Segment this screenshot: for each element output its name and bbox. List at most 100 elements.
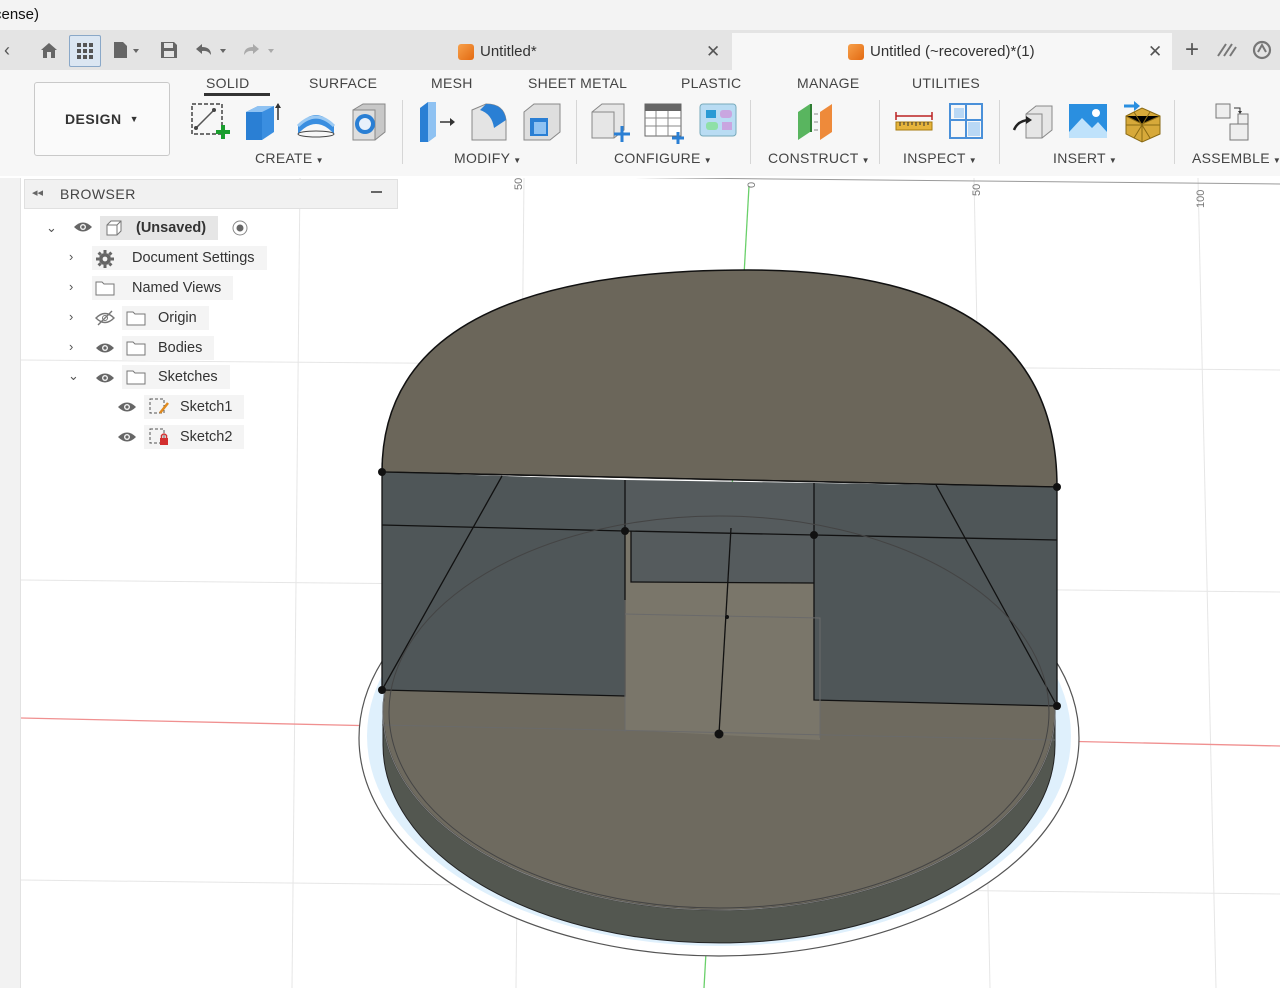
ruler-label: 0	[746, 182, 758, 188]
inspect-label: INSPECT	[903, 150, 966, 166]
folder-icon	[126, 341, 146, 356]
create-sketch-icon[interactable]	[188, 100, 230, 144]
activate-radio-icon[interactable]	[232, 220, 248, 236]
offset-plane-icon[interactable]	[794, 100, 836, 144]
tab-label: Untitled (~recovered)*(1)	[870, 43, 1035, 60]
caret-down-icon: ▼	[129, 114, 140, 124]
configure-menu[interactable]: CONFIGURE ▼	[614, 150, 712, 166]
insert-label: INSERT	[1053, 150, 1106, 166]
folder-icon	[126, 370, 146, 385]
folder-icon	[126, 311, 146, 326]
visibility-eye-icon[interactable]	[117, 400, 137, 414]
sketch-icon	[149, 398, 169, 414]
configure-model-icon[interactable]	[588, 100, 630, 144]
insert-menu[interactable]: INSERT ▼	[1053, 150, 1117, 166]
design-label: DESIGN	[64, 111, 122, 127]
modify-label: MODIFY	[454, 150, 511, 166]
left-wall[interactable]	[382, 472, 625, 696]
visibility-eye-icon[interactable]	[95, 371, 115, 385]
collapse-panel-icon[interactable]: ◂◂	[32, 186, 43, 199]
modify-menu[interactable]: MODIFY ▼	[454, 150, 521, 166]
file-menu-icon[interactable]	[108, 38, 144, 62]
chevron-right-icon[interactable]: ›	[69, 249, 73, 264]
press-pull-icon[interactable]	[414, 100, 456, 144]
item-label: Sketch1	[180, 399, 233, 415]
tab-untitled-recovered[interactable]: Untitled (~recovered)*(1) ✕	[732, 33, 1172, 70]
assemble-menu[interactable]: ASSEMBLE ▼	[1192, 150, 1280, 166]
design-file-icon	[458, 43, 474, 60]
construct-menu[interactable]: CONSTRUCT ▼	[768, 150, 870, 166]
close-icon[interactable]: ✕	[1148, 42, 1162, 62]
close-icon[interactable]: ✕	[706, 42, 720, 62]
item-label: Sketch2	[180, 429, 233, 445]
workspace-design-dropdown[interactable]: DESIGN ▼	[34, 82, 170, 156]
tab-surface[interactable]: SURFACE	[309, 75, 377, 91]
gear-icon	[96, 250, 114, 268]
tab-manage[interactable]: MANAGE	[797, 75, 859, 91]
revolve-icon[interactable]	[294, 100, 336, 144]
browser-title: BROWSER	[60, 186, 136, 202]
group-separator	[1174, 100, 1175, 164]
design-file-icon	[848, 43, 864, 60]
tab-sheet-metal[interactable]: SHEET METAL	[528, 75, 627, 91]
shell-icon[interactable]	[520, 100, 562, 144]
caret-down-icon: ▼	[861, 156, 870, 165]
visibility-eye-icon[interactable]	[73, 220, 93, 234]
caret-down-icon: ▼	[513, 156, 522, 165]
configuration-rule-icon[interactable]	[696, 100, 738, 144]
home-icon[interactable]	[36, 38, 62, 62]
item-label: Bodies	[158, 340, 203, 356]
item-label: Origin	[158, 310, 197, 326]
body-top-face[interactable]	[381, 269, 1058, 488]
configuration-table-icon[interactable]	[642, 100, 684, 144]
chevron-right-icon[interactable]: ›	[69, 279, 73, 294]
job-status-icon[interactable]	[1250, 38, 1274, 62]
group-separator	[576, 100, 577, 164]
extensions-icon[interactable]	[1214, 38, 1240, 62]
section-analysis-icon[interactable]	[944, 100, 986, 144]
ruler-label: 100	[1195, 190, 1207, 208]
right-wall[interactable]	[814, 483, 1057, 706]
chevron-right-icon[interactable]: ›	[69, 339, 73, 354]
browser-item-document-settings[interactable]: Document Settings	[92, 246, 267, 270]
group-separator	[999, 100, 1000, 164]
configure-label: CONFIGURE	[614, 150, 701, 166]
chevron-down-icon[interactable]: ⌄	[46, 220, 57, 236]
insert-derive-icon[interactable]	[1012, 100, 1054, 144]
hidden-eye-icon[interactable]	[95, 310, 115, 326]
extrude-icon[interactable]	[240, 100, 282, 144]
chevron-right-icon[interactable]: ›	[69, 309, 73, 324]
visibility-eye-icon[interactable]	[95, 341, 115, 355]
group-separator	[750, 100, 751, 164]
undo-icon[interactable]	[192, 38, 232, 62]
tab-untitled[interactable]: Untitled* ✕	[440, 33, 730, 70]
tab-label: Untitled*	[480, 43, 537, 60]
ruler-label: 50	[513, 178, 525, 190]
data-panel-icon[interactable]	[69, 35, 101, 67]
back-icon[interactable]: ‹	[0, 38, 14, 62]
title-bar	[0, 0, 1280, 30]
assemble-label: ASSEMBLE	[1192, 150, 1270, 166]
caret-down-icon: ▼	[968, 156, 977, 165]
tab-solid[interactable]: SOLID	[206, 75, 250, 91]
caret-down-icon: ▼	[1108, 156, 1118, 165]
hole-icon[interactable]	[347, 100, 389, 144]
visibility-eye-icon[interactable]	[117, 430, 137, 444]
create-menu[interactable]: CREATE ▼	[255, 150, 324, 166]
save-icon[interactable]	[158, 38, 180, 62]
chevron-down-icon[interactable]: ⌄	[68, 368, 79, 384]
caret-down-icon: ▼	[315, 156, 324, 165]
insert-mesh-icon[interactable]	[1120, 100, 1162, 144]
tab-mesh[interactable]: MESH	[431, 75, 473, 91]
caret-down-icon: ▼	[1272, 156, 1280, 165]
tab-utilities[interactable]: UTILITIES	[912, 75, 980, 91]
tab-plastic[interactable]: PLASTIC	[681, 75, 741, 91]
new-component-icon[interactable]	[1212, 100, 1254, 144]
new-tab-icon[interactable]: +	[1180, 36, 1204, 63]
minimize-icon[interactable]	[371, 191, 382, 193]
inspect-menu[interactable]: INSPECT ▼	[903, 150, 977, 166]
redo-icon[interactable]	[240, 38, 280, 62]
fillet-icon[interactable]	[468, 100, 510, 144]
measure-icon[interactable]	[892, 100, 934, 144]
insert-canvas-icon[interactable]	[1066, 100, 1108, 144]
